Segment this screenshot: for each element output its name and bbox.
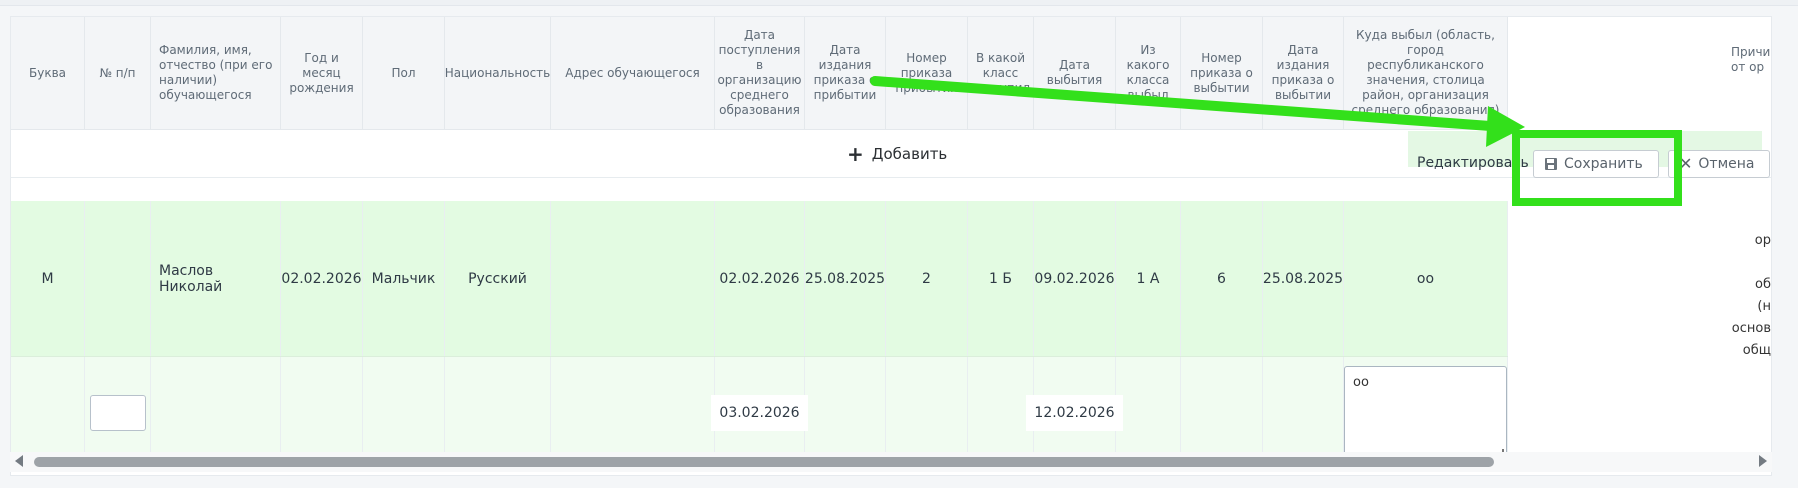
horizontal-scrollbar[interactable] [10,452,1772,472]
scroll-left-icon[interactable] [15,455,23,467]
scroll-right-icon[interactable] [1759,455,1767,467]
annotation-arrow [870,76,1525,147]
scroll-thumb[interactable] [34,457,1494,467]
